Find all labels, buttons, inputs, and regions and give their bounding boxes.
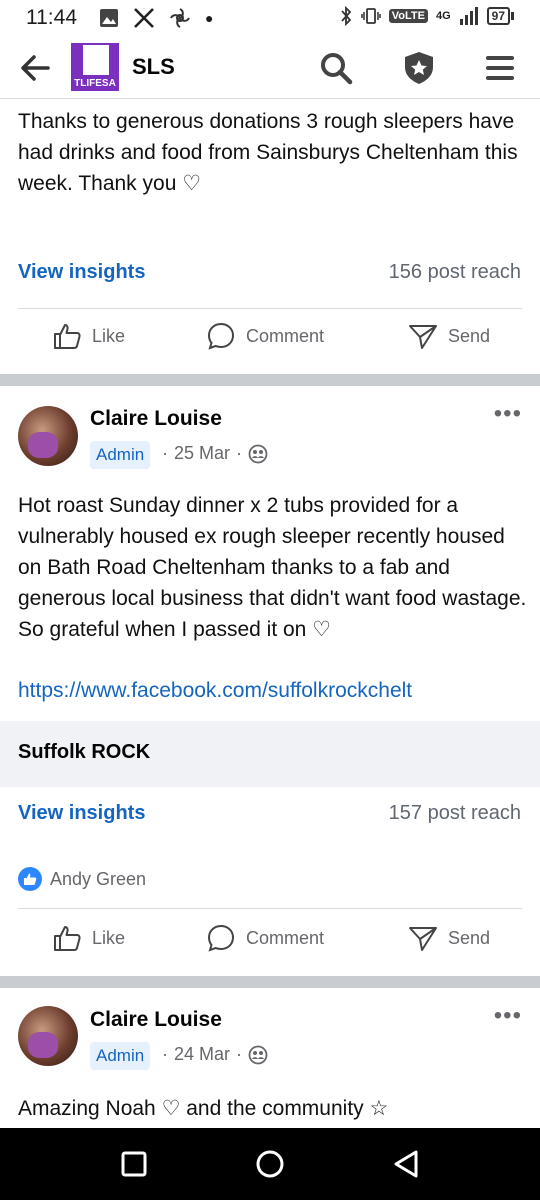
post-date[interactable]: 25 Mar	[174, 443, 230, 464]
divider	[18, 308, 522, 309]
like-label: Like	[92, 927, 126, 948]
meta-dot: ·	[236, 443, 243, 463]
divider	[18, 908, 522, 909]
shield-star-icon[interactable]	[401, 50, 437, 86]
gallery-icon	[100, 9, 118, 27]
send-label: Send	[448, 927, 491, 948]
meta-dot: ·	[236, 1044, 243, 1064]
admin-badge: Admin	[90, 441, 151, 469]
thumbs-up-icon	[54, 926, 81, 951]
home-icon[interactable]	[254, 1148, 286, 1180]
notification-icons: ●	[99, 7, 213, 29]
post-meta: · 24 Mar ·	[162, 1044, 268, 1065]
status-time: 11:44	[26, 6, 77, 29]
comment-button[interactable]: Comment	[206, 923, 324, 953]
like-button[interactable]: Like	[52, 923, 125, 953]
post-date[interactable]: 24 Mar	[174, 1044, 230, 1065]
network-type: 4G	[435, 10, 451, 22]
post-text: Hot roast Sunday dinner x 2 tubs provide…	[18, 494, 527, 641]
meta-dot: ·	[162, 443, 168, 463]
more-options-icon[interactable]: •••	[494, 400, 522, 428]
more-options-icon[interactable]: •••	[494, 1002, 522, 1030]
signal-icon	[459, 7, 478, 25]
send-icon	[409, 927, 437, 951]
group-header: TLIFESA SLS	[0, 36, 540, 99]
vibrate-icon	[361, 8, 381, 24]
back-nav-icon[interactable]	[390, 1148, 422, 1180]
pinwheel-icon	[170, 8, 190, 28]
post-actions: Like Comment Send	[0, 923, 540, 963]
bluetooth-icon	[341, 6, 351, 26]
avatar[interactable]	[18, 406, 78, 466]
reactions-summary[interactable]: Andy Green	[18, 867, 146, 891]
post-card: Claire Louise Admin · 25 Mar · ••• Hot r…	[0, 386, 540, 976]
back-icon[interactable]	[18, 50, 54, 86]
group-members-icon	[248, 444, 268, 463]
comment-label: Comment	[246, 927, 325, 948]
send-icon	[409, 325, 437, 349]
view-insights-link[interactable]: View insights	[18, 261, 145, 284]
group-logo[interactable]: TLIFESA	[71, 43, 119, 91]
like-reaction-icon	[18, 867, 42, 891]
post-reach: 157 post reach	[388, 802, 521, 824]
system-nav-bar	[0, 1128, 540, 1200]
volte-indicator: VoLTE	[388, 9, 428, 23]
feed-separator	[0, 374, 540, 386]
search-icon[interactable]	[318, 50, 354, 86]
post-link[interactable]: https://www.facebook.com/suffolkrockchel…	[18, 679, 412, 703]
post-card: Thanks to generous donations 3 rough sle…	[0, 99, 540, 374]
meta-dot: ·	[162, 1044, 168, 1064]
comment-label: Comment	[246, 325, 325, 346]
logo-text: TLIFESA	[74, 78, 116, 89]
post-author[interactable]: Claire Louise	[90, 1008, 222, 1032]
link-preview-card[interactable]: Suffolk ROCK	[0, 721, 540, 787]
avatar[interactable]	[18, 1006, 78, 1066]
post-text: Amazing Noah ♡ and the community ☆	[18, 1097, 389, 1120]
battery-icon: 97	[486, 7, 514, 25]
post-author[interactable]: Claire Louise	[90, 407, 222, 431]
send-button[interactable]: Send	[408, 321, 490, 351]
comment-button[interactable]: Comment	[206, 321, 324, 351]
post-reach: 156 post reach	[388, 261, 521, 283]
thumbs-up-icon	[54, 324, 81, 349]
like-button[interactable]: Like	[52, 321, 125, 351]
post-meta: · 25 Mar ·	[162, 443, 268, 464]
group-name[interactable]: SLS	[132, 54, 175, 80]
x-app-icon	[134, 8, 154, 28]
battery-level: 97	[486, 7, 510, 25]
comment-icon	[207, 322, 235, 350]
reactor-name: Andy Green	[50, 868, 147, 889]
comment-icon	[207, 924, 235, 952]
system-icons: VoLTE 4G 97	[339, 6, 514, 26]
post-text: Thanks to generous donations 3 rough sle…	[18, 110, 518, 195]
recent-apps-icon[interactable]	[118, 1148, 150, 1180]
post-actions: Like Comment Send	[0, 321, 540, 361]
like-label: Like	[92, 325, 126, 346]
send-button[interactable]: Send	[408, 923, 490, 953]
menu-icon[interactable]	[482, 50, 518, 86]
dot-icon: ●	[205, 10, 214, 26]
send-label: Send	[448, 325, 491, 346]
feed-separator	[0, 976, 540, 988]
post-card: Claire Louise Admin · 24 Mar · ••• Amazi…	[0, 988, 540, 1128]
group-members-icon	[248, 1045, 268, 1064]
admin-badge: Admin	[90, 1042, 151, 1070]
view-insights-link[interactable]: View insights	[18, 802, 145, 825]
status-bar: 11:44 ● VoLTE 4G 97	[0, 0, 540, 36]
link-preview-title: Suffolk ROCK	[18, 741, 151, 763]
